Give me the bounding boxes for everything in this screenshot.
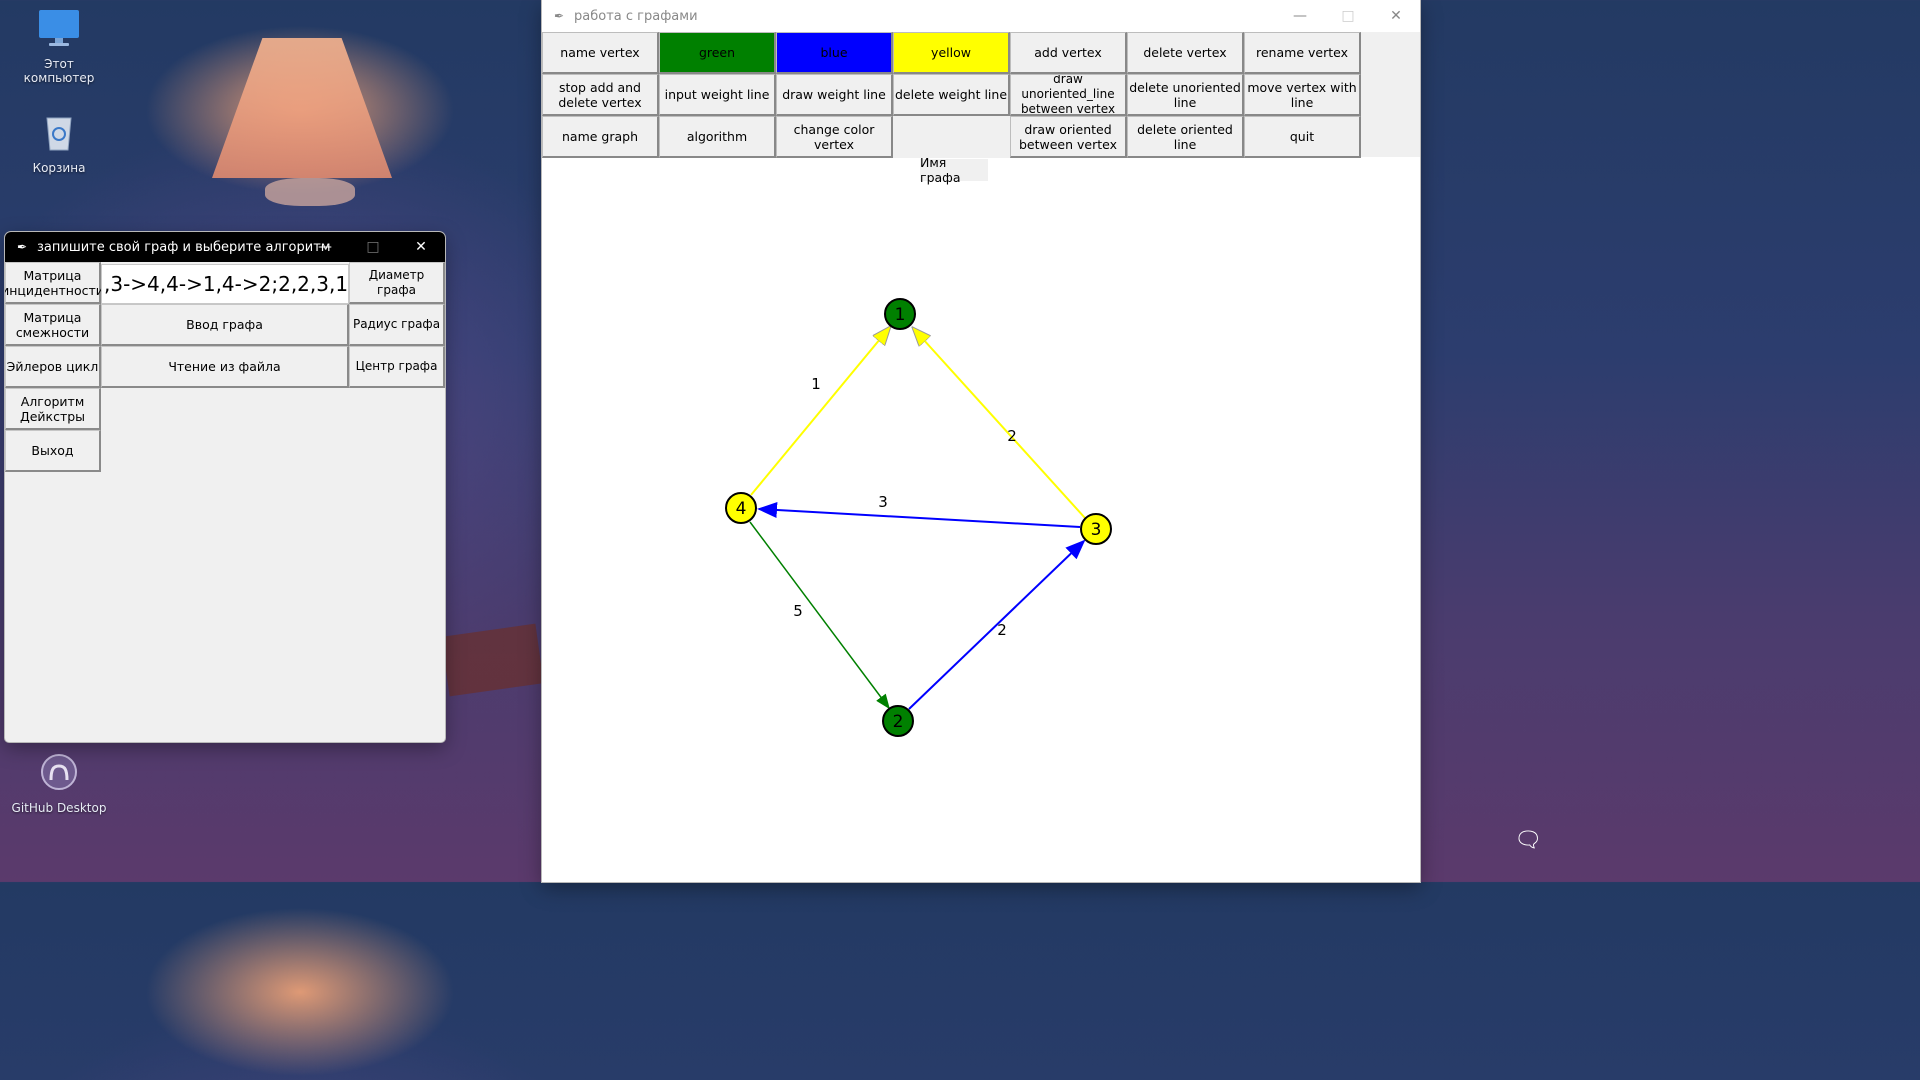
maximize-button[interactable]: □: [1324, 0, 1372, 32]
vertex-label: 4: [736, 499, 747, 519]
chat-tray-icon[interactable]: 🗨: [1514, 828, 1548, 856]
edge-weight-label: 5: [793, 602, 803, 620]
quit-button[interactable]: quit: [1244, 116, 1361, 158]
toolbar: name vertex green blue yellow add vertex…: [542, 32, 1420, 158]
input-weight-line-button[interactable]: input weight line: [659, 74, 776, 116]
move-vertex-with-line-button[interactable]: move vertex with line: [1244, 74, 1361, 116]
add-vertex-button[interactable]: add vertex: [1010, 32, 1127, 74]
rename-vertex-button[interactable]: rename vertex: [1244, 32, 1361, 74]
edge-weight-label: 3: [878, 493, 888, 511]
adjacency-matrix-button[interactable]: Матрица смежности: [5, 304, 101, 346]
vertex-1[interactable]: 1: [884, 298, 916, 330]
edge-3-4[interactable]: [757, 502, 1081, 528]
minimize-button[interactable]: —: [1276, 0, 1324, 32]
lamp-shade-decoration: [212, 38, 392, 178]
recycle-bin-icon: [46, 117, 72, 151]
close-button[interactable]: ✕: [397, 232, 445, 262]
draw-weight-line-button[interactable]: draw weight line: [776, 74, 893, 116]
algorithm-button[interactable]: algorithm: [659, 116, 776, 158]
delete-unoriented-line-button[interactable]: delete unoriented line: [1127, 74, 1244, 116]
draw-oriented-line-button[interactable]: draw oriented between vertex: [1010, 116, 1127, 158]
feather-icon: ✒: [553, 9, 565, 23]
edge-weight-label: 1: [811, 375, 821, 393]
stop-add-delete-vertex-button[interactable]: stop add and delete vertex: [542, 74, 659, 116]
yellow-color-button[interactable]: yellow: [893, 32, 1010, 74]
delete-vertex-button[interactable]: delete vertex: [1127, 32, 1244, 74]
minimize-button[interactable]: —: [301, 232, 349, 262]
empty-toolbar-slot: [893, 116, 1010, 158]
vertex-label: 1: [895, 305, 906, 325]
close-button[interactable]: ✕: [1372, 0, 1420, 32]
desktop-icon-label: Корзина: [32, 161, 86, 175]
graph-canvas[interactable]: 1 2 3 2 5 1 2 3 4: [542, 160, 1420, 882]
euler-cycle-button[interactable]: Эйлеров цикл: [5, 346, 101, 388]
lamp-base-decoration: [265, 178, 355, 206]
graph-radius-button[interactable]: Радиус графа: [349, 304, 445, 346]
main-window-title: работа с графами: [574, 8, 698, 24]
name-vertex-button[interactable]: name vertex: [542, 32, 659, 74]
graph-center-button[interactable]: Центр графа: [349, 346, 445, 388]
dijkstra-button[interactable]: Алгоритм Дейкстры: [5, 388, 101, 430]
feather-icon: ✒: [16, 240, 28, 254]
edge-4-2[interactable]: [749, 521, 890, 710]
edge-3-1[interactable]: [913, 328, 1086, 519]
desktop-icon-this-pc[interactable]: Этот компьютер: [9, 8, 109, 85]
vertex-2[interactable]: 2: [882, 705, 914, 737]
blue-color-button[interactable]: blue: [776, 32, 893, 74]
graph-diameter-button[interactable]: Диаметр графа: [349, 262, 445, 304]
main-window: ✒ работа с графами — □ ✕ name vertex gre…: [542, 0, 1420, 882]
desktop-icon-recycle-bin[interactable]: Корзина: [9, 112, 109, 175]
vertex-4[interactable]: 4: [725, 492, 757, 524]
edge-weight-label: 2: [1007, 427, 1017, 445]
main-titlebar: ✒ работа с графами — □ ✕: [542, 0, 1420, 32]
delete-oriented-line-button[interactable]: delete oriented line: [1127, 116, 1244, 158]
edge-weight-label: 2: [997, 621, 1007, 639]
draw-unoriented-line-button[interactable]: draw unoriented_line between vertex: [1010, 74, 1127, 116]
github-icon: [41, 754, 77, 790]
desktop-icon-label: Этот компьютер: [23, 57, 95, 85]
input-graph-button[interactable]: Ввод графа: [101, 304, 349, 346]
vertex-3[interactable]: 3: [1080, 513, 1112, 545]
graph-input-text-after-caret: ->2;2,2,3,1,5: [234, 272, 349, 296]
algo-window-title: запишите свой граф и выберите алгоритм: [37, 239, 331, 255]
vertex-label: 2: [893, 712, 904, 732]
name-graph-button[interactable]: name graph: [542, 116, 659, 158]
green-color-button[interactable]: green: [659, 32, 776, 74]
algorithm-window: ✒ запишите свой граф и выберите алгоритм…: [5, 232, 445, 742]
monitor-icon: [39, 10, 79, 46]
delete-weight-line-button[interactable]: delete weight line: [893, 74, 1010, 116]
maximize-button[interactable]: □: [349, 232, 397, 262]
desktop-icon-label: GitHub Desktop: [11, 801, 107, 815]
graph-input-field[interactable]: ,3->4,4->1,4->2;2,2,3,1,5: [101, 264, 349, 304]
exit-button[interactable]: Выход: [5, 430, 101, 472]
incidence-matrix-button[interactable]: Матрица инцидентности: [5, 262, 104, 304]
desk-object-decoration: [441, 623, 544, 697]
change-color-vertex-button[interactable]: change color vertex: [776, 116, 893, 158]
vertex-label: 3: [1091, 520, 1102, 540]
desktop-icon-github-desktop[interactable]: GitHub Desktop: [9, 752, 109, 815]
algo-titlebar: ✒ запишите свой граф и выберите алгоритм…: [5, 232, 445, 262]
read-from-file-button[interactable]: Чтение из файла: [101, 346, 349, 388]
graph-input-text-before-caret: ,3->4,4->1,4: [104, 272, 235, 296]
edge-4-1[interactable]: [750, 327, 890, 496]
